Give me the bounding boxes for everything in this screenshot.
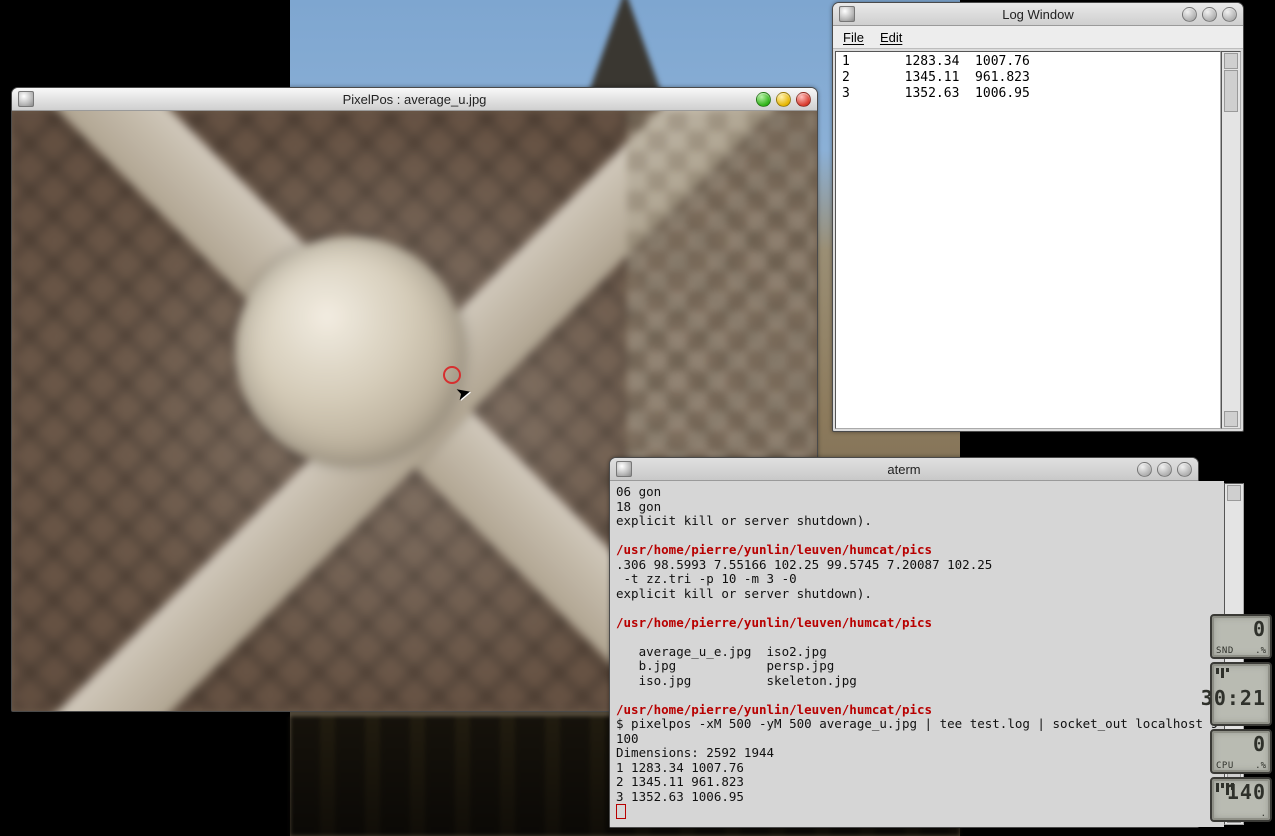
pixelpos-title: PixelPos : average_u.jpg [12, 92, 817, 107]
minimize-icon[interactable] [1182, 7, 1197, 22]
monitor-sub: .% [1255, 646, 1266, 656]
log-scrollbar[interactable] [1221, 51, 1241, 429]
close-icon[interactable] [1222, 7, 1237, 22]
menu-edit[interactable]: Edit [880, 30, 902, 45]
system-monitor-stack: 0 SND .% 30:21 0 CPU .% 140 . [1210, 614, 1272, 822]
monitor-snd[interactable]: 0 SND .% [1210, 614, 1272, 659]
pixelpos-titlebar[interactable]: PixelPos : average_u.jpg [12, 88, 817, 111]
window-controls [756, 92, 811, 107]
maximize-icon[interactable] [1202, 7, 1217, 22]
menu-file[interactable]: File [843, 30, 864, 45]
window-app-icon [18, 91, 34, 107]
monitor-value: 140 [1227, 780, 1266, 804]
log-window: Log Window File Edit 1 1283.34 1007.76 2… [832, 2, 1244, 432]
log-menubar: File Edit [833, 26, 1243, 49]
window-controls [1137, 462, 1192, 477]
close-icon[interactable] [796, 92, 811, 107]
maximize-icon[interactable] [776, 92, 791, 107]
aterm-window: aterm 06 gon 18 gon explicit kill or ser… [609, 457, 1199, 828]
scrollbar-thumb[interactable] [1224, 70, 1238, 112]
monitor-sub: .% [1255, 761, 1266, 771]
window-app-icon [839, 6, 855, 22]
monitor-cpu[interactable]: 0 CPU .% [1210, 729, 1272, 774]
aterm-title: aterm [610, 462, 1198, 477]
maximize-icon[interactable] [1157, 462, 1172, 477]
monitor-sub: . [1261, 809, 1266, 819]
monitor-value: 30:21 [1201, 686, 1266, 710]
monitor-label: SND [1216, 646, 1234, 656]
pixel-marker-icon[interactable] [443, 366, 461, 384]
monitor-value: 0 [1253, 732, 1266, 756]
log-text-area[interactable]: 1 1283.34 1007.76 2 1345.11 961.823 3 13… [835, 51, 1221, 429]
window-app-icon [616, 461, 632, 477]
log-titlebar[interactable]: Log Window [833, 3, 1243, 26]
monitor-label: CPU [1216, 761, 1234, 771]
window-controls [1182, 7, 1237, 22]
close-icon[interactable] [1177, 462, 1192, 477]
terminal-output[interactable]: 06 gon 18 gon explicit kill or server sh… [610, 481, 1224, 827]
monitor-value: 0 [1253, 617, 1266, 641]
minimize-icon[interactable] [756, 92, 771, 107]
minimize-icon[interactable] [1137, 462, 1152, 477]
monitor-clock[interactable]: 30:21 [1210, 662, 1272, 726]
aterm-titlebar[interactable]: aterm [610, 458, 1198, 481]
monitor-net[interactable]: 140 . [1210, 777, 1272, 822]
